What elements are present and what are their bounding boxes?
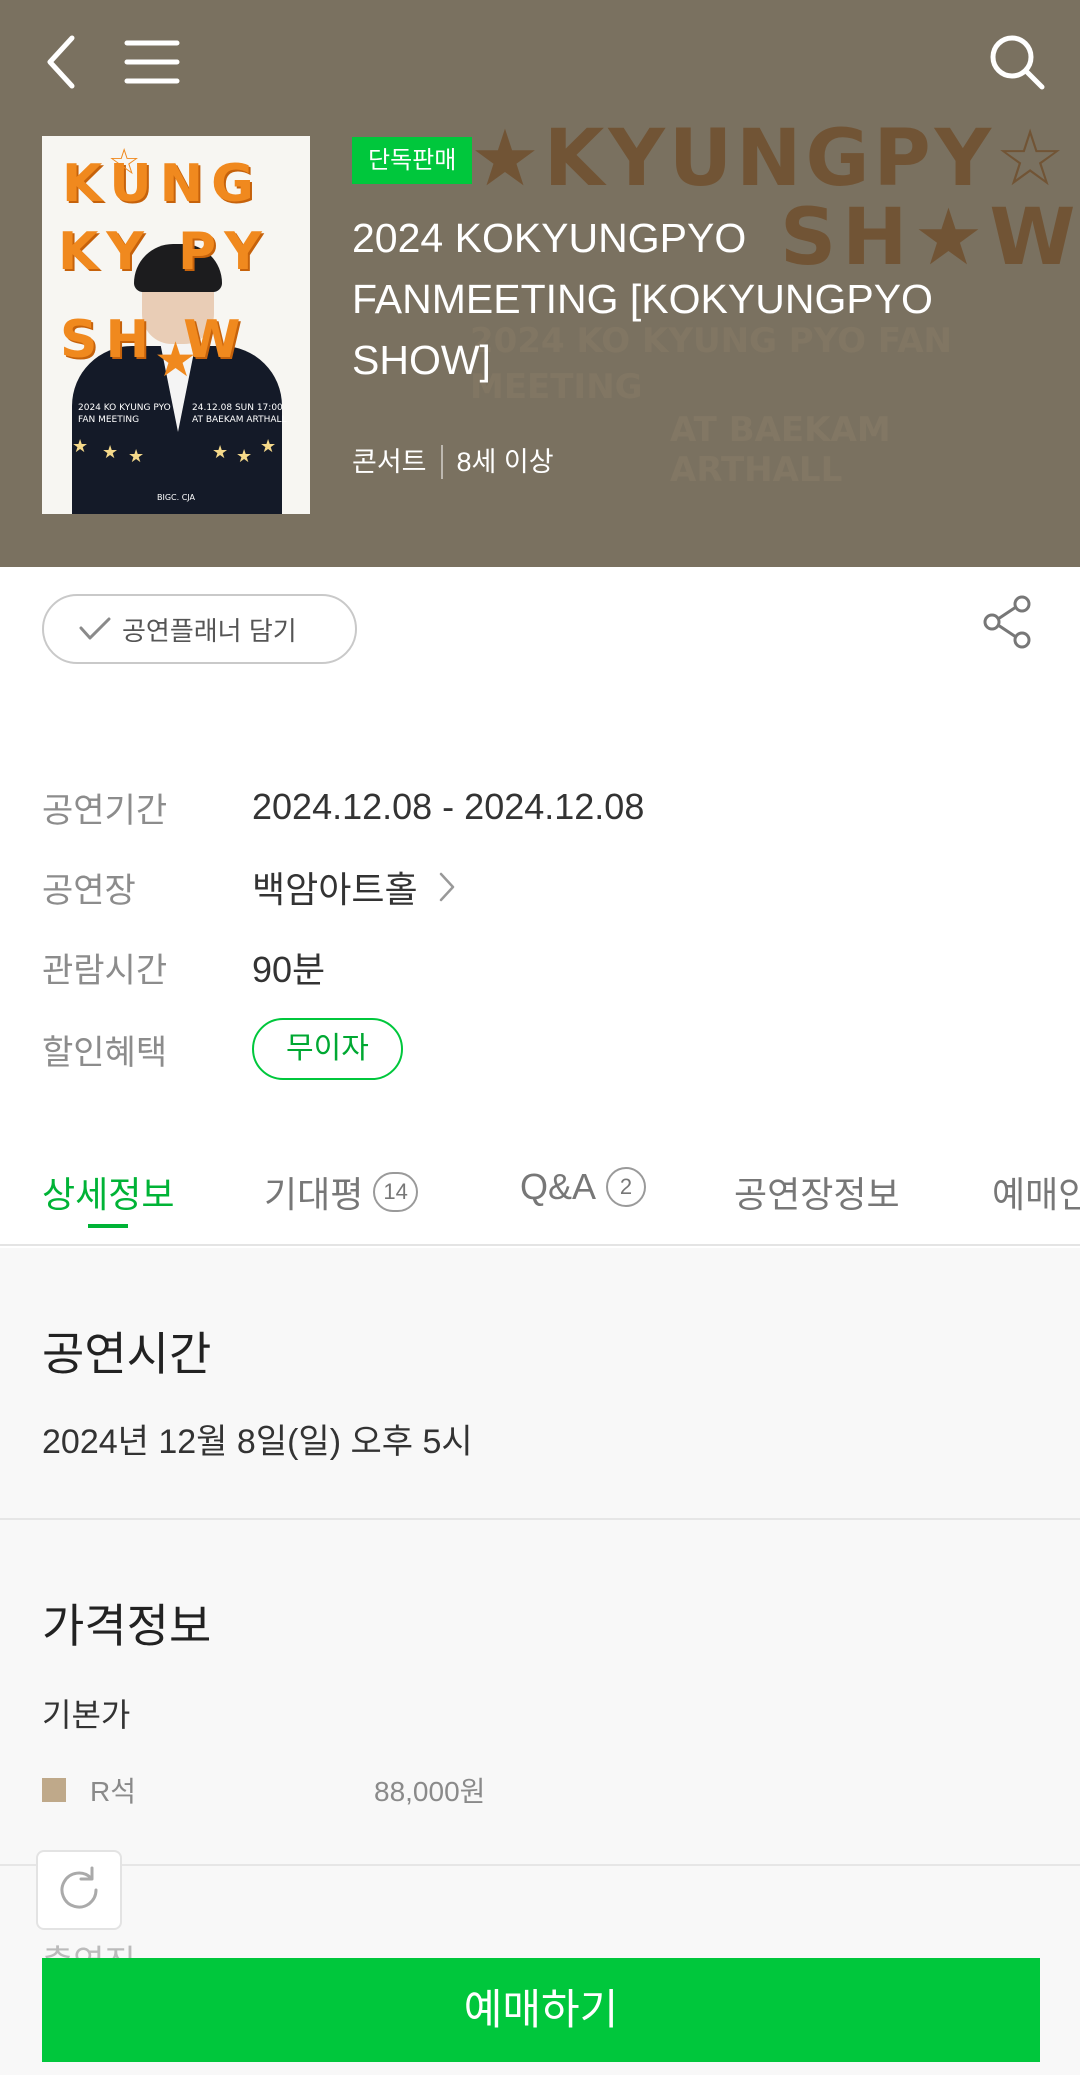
chevron-left-icon xyxy=(47,35,75,89)
performance-meta: 콘서트 8세 이상 xyxy=(352,442,554,482)
poster-star-icon: ★ xyxy=(128,446,145,467)
tab-expectations-label: 기대평 xyxy=(264,1174,364,1215)
share-icon xyxy=(983,595,1031,649)
section-divider xyxy=(0,1518,1080,1520)
section-divider xyxy=(0,1864,1080,1866)
checkmark-icon xyxy=(78,612,112,646)
period-value: 2024.12.08 - 2024.12.08 xyxy=(252,786,645,827)
add-to-planner-label: 공연플래너 담기 xyxy=(122,615,297,646)
bg-subtitle-line2: AT BAEKAM ARTHALL xyxy=(670,410,891,490)
poster-star-icon: ★ xyxy=(102,442,119,463)
hero-banner: ★KYUNGPY☆ SH★W 2024 KO KYUNG PYO FAN MEE… xyxy=(0,0,1080,567)
info-row-period: 공연기간 2024.12.08 - 2024.12.08 xyxy=(42,782,644,832)
tab-qna-label: Q&A xyxy=(520,1166,597,1207)
search-button[interactable] xyxy=(985,30,1049,94)
refresh-icon xyxy=(60,1866,98,1909)
tab-booking-guide-label: 예매안내 xyxy=(992,1174,1080,1215)
showtime-title: 공연시간 xyxy=(42,1328,212,1380)
bg-title-line1: ★KYUNGPY☆ xyxy=(470,114,1070,204)
runtime-value: 90분 xyxy=(252,949,326,990)
poster-star-icon: ★ xyxy=(236,446,253,467)
seat-price: 88,000원 xyxy=(374,1776,486,1807)
poster-caption-left: 2024 KO KYUNG PYO FAN MEETING xyxy=(78,403,171,425)
active-tab-indicator xyxy=(88,1224,128,1228)
period-label: 공연기간 xyxy=(42,791,168,830)
detail-tabs: 상세정보 기대평 14 Q&A 2 공연장정보 예매안내 xyxy=(0,1150,1080,1246)
share-button[interactable] xyxy=(978,592,1038,652)
seat-grade: R석 xyxy=(90,1776,136,1807)
add-to-planner-button[interactable]: 공연플래너 담기 xyxy=(42,594,357,664)
tab-expectations-count: 14 xyxy=(373,1172,418,1212)
back-button[interactable] xyxy=(30,30,94,94)
poster-star-icon: ★ xyxy=(154,332,198,388)
hamburger-menu-icon xyxy=(124,40,180,84)
info-row-runtime: 관람시간 90분 xyxy=(42,942,325,992)
price-subtitle: 기본가 xyxy=(42,1697,131,1733)
tab-venue-info-label: 공연장정보 xyxy=(734,1174,900,1215)
tab-details-label: 상세정보 xyxy=(42,1174,175,1215)
meta-divider xyxy=(440,445,443,479)
venue-link[interactable]: 백암아트홀 xyxy=(252,861,456,913)
info-row-discount: 할인혜택 무이자 xyxy=(42,1016,403,1082)
chevron-right-icon xyxy=(438,871,456,903)
price-row: R석 88,000원 xyxy=(42,1770,485,1810)
poster-star-icon: ★ xyxy=(212,442,229,463)
seat-color-swatch xyxy=(42,1778,66,1802)
discount-label: 할인혜택 xyxy=(42,1033,168,1072)
poster-image: KUNG KY PY SH W ★ ☆ 2024 KO KYUNG PYO FA… xyxy=(42,136,310,514)
tab-booking-guide[interactable]: 예매안내 xyxy=(992,1166,1080,1218)
runtime-label: 관람시간 xyxy=(42,951,168,990)
age-label: 8세 이상 xyxy=(456,447,554,477)
tab-expectations[interactable]: 기대평 14 xyxy=(264,1166,418,1218)
refresh-button[interactable] xyxy=(36,1850,122,1930)
search-icon xyxy=(990,35,1045,90)
poster-star-icon: ☆ xyxy=(108,142,141,183)
tab-venue-info[interactable]: 공연장정보 xyxy=(734,1166,900,1218)
performance-title: 2024 KOKYUNGPYO FANMEETING [KOKYUNGPYO S… xyxy=(352,215,933,383)
discount-chip[interactable]: 무이자 xyxy=(252,1018,403,1080)
poster-star-icon: ★ xyxy=(72,436,89,457)
price-title: 가격정보 xyxy=(42,1600,212,1652)
showtime-text: 2024년 12월 8일(일) 오후 5시 xyxy=(42,1423,473,1461)
tab-details[interactable]: 상세정보 xyxy=(42,1166,174,1218)
info-row-venue[interactable]: 공연장 백암아트홀 xyxy=(42,862,456,912)
tab-qna-count: 2 xyxy=(606,1167,647,1207)
menu-button[interactable] xyxy=(120,30,184,94)
poster-text-line2: KY PY xyxy=(58,222,270,282)
poster-logo: BIGC. CJA xyxy=(157,493,195,502)
tab-qna[interactable]: Q&A 2 xyxy=(520,1166,647,1208)
venue-label: 공연장 xyxy=(42,871,136,910)
poster-text-line1: KUNG xyxy=(62,154,262,214)
venue-value: 백암아트홀 xyxy=(252,869,418,910)
book-button[interactable]: 예매하기 xyxy=(42,1958,1040,2062)
exclusive-badge: 단독판매 xyxy=(352,137,473,184)
poster-star-icon: ★ xyxy=(260,436,277,457)
genre-label: 콘서트 xyxy=(352,447,427,477)
poster-caption-right: 24.12.08 SUN 17:00 AT BAEKAM ARTHALL xyxy=(192,403,287,425)
